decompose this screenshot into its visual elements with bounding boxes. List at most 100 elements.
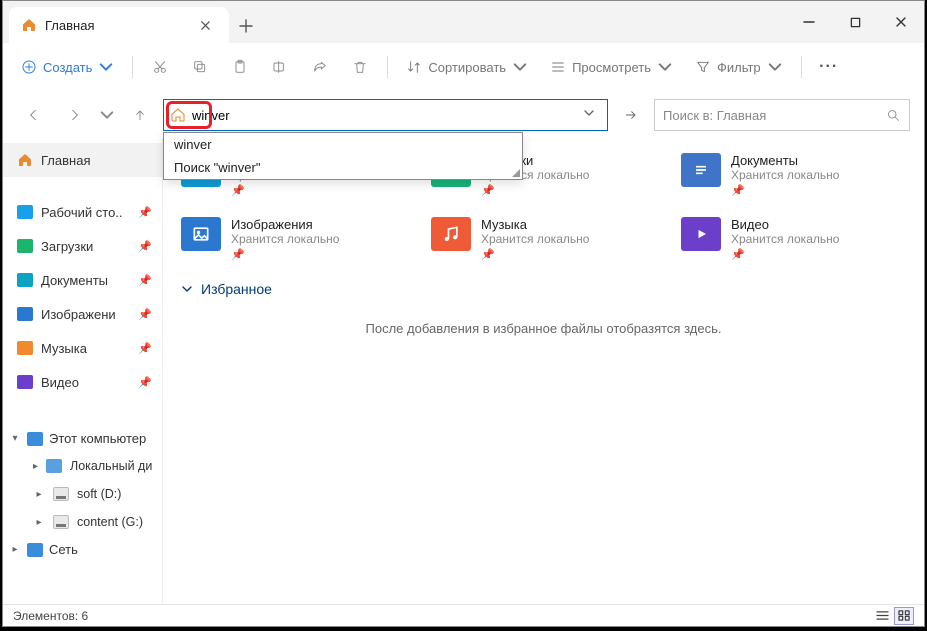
filter-label: Фильтр	[717, 60, 761, 75]
arrow-right-icon	[66, 107, 82, 123]
tab-home[interactable]: Главная	[9, 7, 229, 43]
chevron-right-icon: ▸	[33, 517, 45, 528]
sidebar-item[interactable]: Загрузки 📌	[3, 229, 162, 263]
sidebar-item[interactable]: Документы 📌	[3, 263, 162, 297]
delete-icon	[352, 59, 368, 75]
sidebar-item-drive[interactable]: ▸ content (G:)	[3, 508, 162, 536]
tile-subtitle: Хранится локально	[731, 168, 839, 182]
close-window-button[interactable]	[878, 1, 924, 43]
folder-icon	[17, 375, 33, 389]
drive-icon	[46, 459, 62, 473]
folder-icon	[431, 217, 471, 251]
sort-button[interactable]: Сортировать	[398, 51, 536, 83]
sidebar-item-label: Загрузки	[41, 239, 93, 254]
sidebar-item-network[interactable]: ▸ Сеть	[3, 536, 162, 563]
minimize-button[interactable]	[786, 1, 832, 43]
status-item-count: Элементов: 6	[13, 609, 88, 623]
address-bar[interactable]	[163, 99, 608, 131]
folder-tile[interactable]: Видео Хранится локально 📌	[681, 217, 891, 261]
sidebar-item[interactable]: Изображени 📌	[3, 297, 162, 331]
drive-icon	[53, 487, 69, 501]
navigation-bar: winver Поиск "winver" Поиск в: Главная	[3, 91, 924, 139]
suggestion-item[interactable]: winver	[164, 133, 522, 156]
suggestion-item[interactable]: Поиск "winver"	[164, 156, 522, 179]
sidebar-item-label: soft (D:)	[77, 487, 121, 501]
sidebar-item[interactable]: Рабочий сто.. 📌	[3, 195, 162, 229]
search-box[interactable]: Поиск в: Главная	[654, 99, 910, 131]
sidebar-item-label: content (G:)	[77, 515, 143, 529]
rename-button[interactable]	[263, 51, 297, 83]
tile-title: Музыка	[481, 217, 589, 232]
pin-icon: 📌	[138, 274, 152, 287]
divider	[801, 56, 802, 78]
more-button[interactable]: ···	[812, 51, 846, 83]
tile-subtitle: Хранится локально	[231, 232, 339, 246]
back-button[interactable]	[17, 99, 51, 131]
sort-icon	[406, 59, 422, 75]
drive-icon	[53, 515, 69, 529]
details-view-button[interactable]	[872, 607, 892, 625]
sidebar-item-drive[interactable]: ▸Локальный ди	[3, 452, 162, 480]
folder-icon	[181, 217, 221, 251]
folder-tile[interactable]: Музыка Хранится локально 📌	[431, 217, 641, 261]
address-suggestions: winver Поиск "winver"	[163, 132, 523, 180]
copy-button[interactable]	[183, 51, 217, 83]
close-icon	[200, 20, 211, 31]
tiles-view-button[interactable]	[894, 607, 914, 625]
folder-tile[interactable]: Документы Хранится локально 📌	[681, 153, 891, 197]
filter-button[interactable]: Фильтр	[687, 51, 791, 83]
tab-close-button[interactable]	[193, 13, 217, 37]
chevron-down-icon: ▾	[9, 433, 21, 444]
search-placeholder: Поиск в: Главная	[663, 108, 766, 123]
tile-title: Изображения	[231, 217, 339, 232]
close-icon	[895, 16, 907, 28]
paste-button[interactable]	[223, 51, 257, 83]
chevron-down-icon	[657, 59, 673, 75]
sidebar-item[interactable]: Видео 📌	[3, 365, 162, 399]
home-icon	[17, 152, 33, 168]
maximize-button[interactable]	[832, 1, 878, 43]
sidebar-item-label: Этот компьютер	[49, 431, 146, 446]
address-dropdown-button[interactable]	[577, 106, 601, 124]
folder-tile[interactable]: Изображения Хранится локально 📌	[181, 217, 391, 261]
pc-icon	[27, 432, 43, 446]
arrow-left-icon	[26, 107, 42, 123]
favorites-section-header[interactable]: Избранное	[181, 281, 906, 297]
sidebar-item-label: Изображени	[41, 307, 116, 322]
divider	[132, 56, 133, 78]
sort-label: Сортировать	[428, 60, 506, 75]
cut-button[interactable]	[143, 51, 177, 83]
arrow-right-icon	[623, 107, 639, 123]
navigation-pane[interactable]: Главная Рабочий сто.. 📌 Загрузки 📌 Докум…	[3, 139, 163, 604]
pin-icon: 📌	[138, 376, 152, 389]
share-button[interactable]	[303, 51, 337, 83]
delete-button[interactable]	[343, 51, 377, 83]
chevron-down-icon	[98, 59, 114, 75]
new-tab-button[interactable]	[229, 9, 263, 43]
resize-handle[interactable]	[500, 167, 520, 177]
view-button[interactable]: Просмотреть	[542, 51, 681, 83]
main-area: Главная Рабочий сто.. 📌 Загрузки 📌 Докум…	[3, 139, 924, 604]
new-button[interactable]: Создать	[13, 51, 122, 83]
view-icon	[550, 59, 566, 75]
filter-icon	[695, 59, 711, 75]
sidebar-item-drive[interactable]: ▸ soft (D:)	[3, 480, 162, 508]
up-button[interactable]	[123, 99, 157, 131]
history-button[interactable]	[97, 99, 117, 131]
forward-button[interactable]	[57, 99, 91, 131]
sidebar-item-label: Локальный ди	[70, 459, 152, 473]
search-icon	[886, 108, 901, 123]
sidebar-item-label: Сеть	[49, 542, 78, 557]
minimize-icon	[803, 16, 815, 28]
favorites-label: Избранное	[201, 281, 272, 297]
sidebar-item-this-pc[interactable]: ▾ Этот компьютер	[3, 425, 162, 452]
folder-icon	[681, 217, 721, 251]
pin-icon: 📌	[481, 184, 589, 197]
sidebar-item[interactable]: Музыка 📌	[3, 331, 162, 365]
maximize-icon	[850, 17, 861, 28]
pin-icon: 📌	[481, 248, 589, 261]
sidebar-item-home[interactable]: Главная	[3, 143, 162, 177]
go-button[interactable]	[614, 99, 648, 131]
address-input[interactable]	[192, 108, 571, 123]
chevron-right-icon: ▸	[33, 489, 45, 500]
